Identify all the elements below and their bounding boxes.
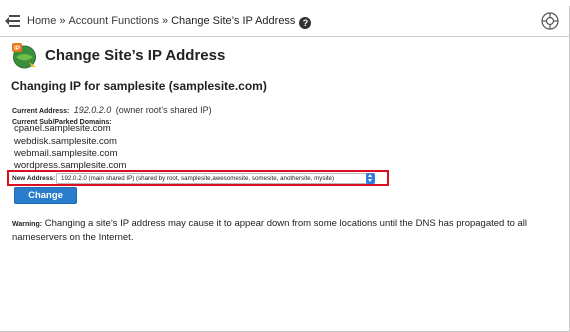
- change-ip-icon: IP: [12, 43, 36, 69]
- warning-text: Changing a site’s IP address may cause i…: [12, 218, 528, 243]
- menu-collapse-icon[interactable]: [5, 14, 21, 28]
- lifebuoy-icon[interactable]: [541, 12, 559, 30]
- breadcrumb-separator: »: [161, 15, 169, 27]
- breadcrumb-account-functions[interactable]: Account Functions: [68, 15, 159, 27]
- breadcrumb-separator: »: [59, 15, 66, 27]
- page-frame: Home» Account Functions» Change Site’s IP …: [0, 0, 570, 332]
- domain-item: webmail.samplesite.com: [14, 148, 118, 159]
- svg-text:IP: IP: [14, 46, 20, 52]
- select-arrows-icon[interactable]: [366, 173, 375, 184]
- warning-message: Warning: Changing a site’s IP address ma…: [12, 218, 560, 244]
- breadcrumb-home[interactable]: Home: [27, 15, 56, 27]
- new-address-label: New Address:: [12, 175, 56, 182]
- top-bar: Home» Account Functions» Change Site’s IP …: [0, 7, 569, 37]
- domain-item: cpanel.samplesite.com: [14, 123, 111, 134]
- current-address-note: (owner root’s shared IP): [115, 105, 212, 115]
- breadcrumb: Home» Account Functions» Change Site’s IP …: [27, 15, 312, 29]
- page-subtitle: Changing IP for samplesite (samplesite.c…: [11, 79, 267, 93]
- breadcrumb-current: Change Site’s IP Address: [171, 15, 296, 27]
- change-button[interactable]: Change: [14, 187, 77, 204]
- new-address-select[interactable]: 192.0.2.0 (main shared IP) (shared by ro…: [56, 173, 375, 184]
- domain-item: webdisk.samplesite.com: [14, 136, 117, 147]
- page-title: Change Site’s IP Address: [45, 47, 226, 64]
- help-icon[interactable]: ?: [299, 17, 312, 29]
- warning-label: Warning:: [12, 221, 43, 228]
